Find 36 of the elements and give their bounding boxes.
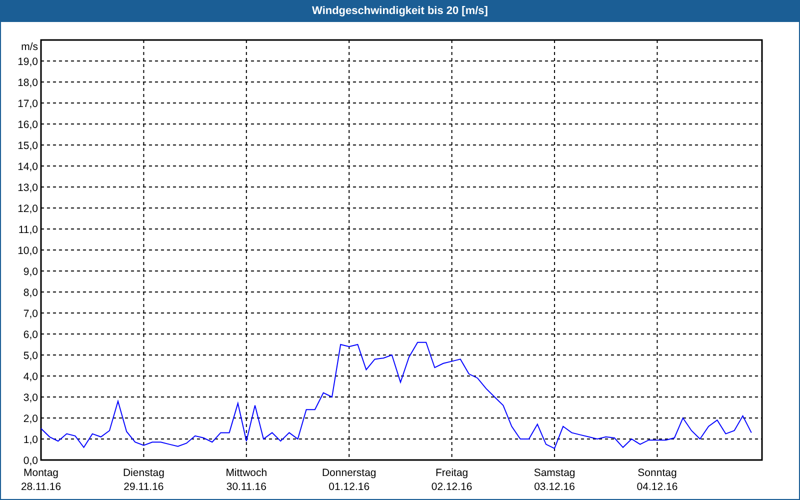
y-tick-label: 15,0: [18, 140, 38, 152]
y-tick-label: 3,0: [23, 392, 38, 404]
y-tick-label: 19,0: [18, 56, 38, 68]
weekday-label: Samstag: [534, 467, 576, 479]
y-tick-label: 5,0: [23, 350, 38, 362]
window-title: Windgeschwindigkeit bis 20 [m/s]: [1, 0, 799, 22]
weekday-label: Mittwoch: [226, 467, 268, 479]
y-tick-label: 17,0: [18, 98, 38, 110]
y-tick-label: 18,0: [18, 77, 38, 89]
y-tick-label: 2,0: [23, 413, 38, 425]
x-tick-label: 28.11.16: [20, 481, 62, 493]
x-tick-label: 30.11.16: [226, 481, 266, 493]
y-tick-label: 9,0: [23, 266, 38, 278]
weekday-label: Sonntag: [638, 467, 677, 479]
y-tick-label: 14,0: [18, 161, 38, 173]
y-tick-label: 10,0: [18, 245, 38, 257]
weekday-label: Donnerstag: [322, 467, 376, 479]
y-tick-label: 16,0: [18, 119, 38, 131]
x-tick-label: 04.12.16: [636, 481, 678, 493]
axis-label: m/s: [21, 41, 38, 53]
y-tick-label: 8,0: [23, 287, 38, 299]
y-tick-label: 7,0: [23, 308, 38, 320]
y-tick-label: 6,0: [23, 329, 38, 341]
x-tick-label: 01.12.16: [328, 481, 370, 493]
weekday-label: Freitag: [435, 467, 468, 479]
x-tick-label: 03.12.16: [534, 481, 575, 493]
y-tick-label: 1,0: [23, 434, 38, 446]
x-tick-label: 29.11.16: [124, 481, 164, 493]
y-tick-label: 0,0: [23, 455, 38, 467]
x-tick-label: 02.12.16: [431, 481, 472, 493]
weekday-label: Montag: [23, 467, 59, 479]
y-tick-label: 12,0: [18, 203, 38, 215]
weekday-label: Dienstag: [122, 467, 164, 479]
y-tick-label: 11,0: [18, 224, 38, 236]
y-tick-label: 4,0: [23, 371, 38, 383]
y-tick-label: 13,0: [18, 182, 38, 194]
